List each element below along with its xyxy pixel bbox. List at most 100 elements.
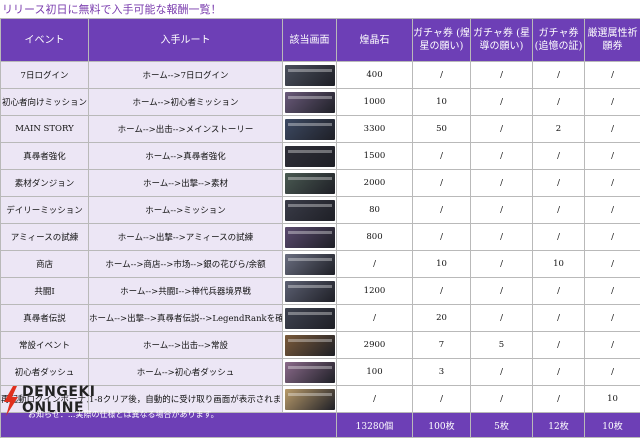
reward-value-cell: / bbox=[413, 62, 471, 89]
table-row: 真尋者強化ホーム-->真尋者強化1500//// bbox=[1, 143, 640, 170]
event-cell: 商店 bbox=[1, 251, 89, 278]
reward-value-cell: / bbox=[533, 278, 585, 305]
reward-value-cell: / bbox=[471, 89, 533, 116]
screenshot-cell bbox=[283, 197, 337, 224]
column-header: ガチャ券 (追憶の証) bbox=[533, 19, 585, 62]
reward-value-cell: / bbox=[533, 305, 585, 332]
event-cell: 共闘I bbox=[1, 278, 89, 305]
reward-value-cell: 5 bbox=[471, 332, 533, 359]
column-header: イベント bbox=[1, 19, 89, 62]
reward-value-cell: / bbox=[585, 143, 640, 170]
column-header: 入手ルート bbox=[89, 19, 283, 62]
reward-value-cell: / bbox=[533, 197, 585, 224]
table-row: MAIN STORYホーム-->出击-->メインストーリー330050/2/ bbox=[1, 116, 640, 143]
reward-value-cell: / bbox=[533, 359, 585, 386]
screenshot-thumbnail bbox=[285, 308, 335, 329]
reward-value-cell: 7 bbox=[413, 332, 471, 359]
reward-value-cell: / bbox=[585, 116, 640, 143]
column-header: ガチャ券 (煌星の願い) bbox=[413, 19, 471, 62]
reward-value-cell: / bbox=[471, 386, 533, 413]
event-cell: アミィースの試練 bbox=[1, 224, 89, 251]
reward-value-cell: / bbox=[471, 224, 533, 251]
reward-value-cell: / bbox=[585, 332, 640, 359]
reward-value-cell: / bbox=[413, 386, 471, 413]
screenshot-thumbnail bbox=[285, 362, 335, 383]
reward-value-cell: / bbox=[585, 359, 640, 386]
reward-value-cell: / bbox=[585, 278, 640, 305]
reward-value-cell: 400 bbox=[337, 62, 413, 89]
route-cell: ホーム-->出撃-->素材 bbox=[89, 170, 283, 197]
event-cell: 7日ログイン bbox=[1, 62, 89, 89]
screenshot-thumbnail bbox=[285, 173, 335, 194]
page-title: リリース初日に無料で入手可能な報酬一覧！ bbox=[2, 1, 221, 17]
reward-value-cell: 50 bbox=[413, 116, 471, 143]
table-row: 素材ダンジョンホーム-->出撃-->素材2000//// bbox=[1, 170, 640, 197]
screenshot-cell bbox=[283, 143, 337, 170]
table-header-row: イベント入手ルート該当画面煌晶石ガチャ券 (煌星の願い)ガチャ券 (星導の願い)… bbox=[1, 19, 640, 62]
reward-value-cell: 10 bbox=[413, 251, 471, 278]
event-cell: 真尋者強化 bbox=[1, 143, 89, 170]
reward-value-cell: / bbox=[471, 359, 533, 386]
reward-value-cell: 800 bbox=[337, 224, 413, 251]
reward-value-cell: / bbox=[337, 305, 413, 332]
reward-value-cell: / bbox=[413, 197, 471, 224]
column-header: 煌晶石 bbox=[337, 19, 413, 62]
event-cell: 素材ダンジョン bbox=[1, 170, 89, 197]
reward-value-cell: / bbox=[337, 251, 413, 278]
table-row: 真尋者伝説ホーム-->出撃-->真尋者伝説-->LegendRankを確認/20… bbox=[1, 305, 640, 332]
route-cell: ホーム-->出击-->常設 bbox=[89, 332, 283, 359]
reward-value-cell: / bbox=[585, 224, 640, 251]
screenshot-thumbnail bbox=[285, 389, 335, 410]
route-cell: ホーム-->出撃-->アミィースの試練 bbox=[89, 224, 283, 251]
screenshot-cell bbox=[283, 386, 337, 413]
screenshot-cell bbox=[283, 278, 337, 305]
rewards-table: イベント入手ルート該当画面煌晶石ガチャ券 (煌星の願い)ガチャ券 (星導の願い)… bbox=[0, 18, 640, 438]
reward-value-cell: 1200 bbox=[337, 278, 413, 305]
reward-value-cell: / bbox=[413, 278, 471, 305]
reward-value-cell: / bbox=[471, 170, 533, 197]
reward-value-cell: 2900 bbox=[337, 332, 413, 359]
reward-value-cell: / bbox=[585, 62, 640, 89]
screenshot-thumbnail bbox=[285, 146, 335, 167]
reward-value-cell: / bbox=[585, 170, 640, 197]
route-cell: ホーム-->7日ログイン bbox=[89, 62, 283, 89]
screenshot-thumbnail bbox=[285, 92, 335, 113]
screenshot-thumbnail bbox=[285, 281, 335, 302]
reward-value-cell: / bbox=[533, 62, 585, 89]
screenshot-cell bbox=[283, 251, 337, 278]
event-cell: 初心者向けミッション bbox=[1, 89, 89, 116]
column-header: ガチャ券 (星導の願い) bbox=[471, 19, 533, 62]
reward-value-cell: 10 bbox=[413, 89, 471, 116]
total-value-cell: 12枚 bbox=[533, 413, 585, 438]
reward-value-cell: / bbox=[413, 224, 471, 251]
screenshot-thumbnail bbox=[285, 119, 335, 140]
table-row: 共闘Iホーム-->共闘I-->神代兵器境界戦1200//// bbox=[1, 278, 640, 305]
screenshot-cell bbox=[283, 305, 337, 332]
total-value-cell: 13280個 bbox=[337, 413, 413, 438]
reward-value-cell: 10 bbox=[533, 251, 585, 278]
table-row: 常設イベントホーム-->出击-->常設290075// bbox=[1, 332, 640, 359]
reward-value-cell: 80 bbox=[337, 197, 413, 224]
logo-line1: DENGEKI bbox=[22, 384, 96, 400]
reward-value-cell: 1000 bbox=[337, 89, 413, 116]
reward-value-cell: / bbox=[585, 197, 640, 224]
reward-value-cell: / bbox=[413, 170, 471, 197]
screenshot-cell bbox=[283, 89, 337, 116]
route-cell: ホーム-->真尋者強化 bbox=[89, 143, 283, 170]
reward-value-cell: / bbox=[533, 143, 585, 170]
reward-value-cell: 100 bbox=[337, 359, 413, 386]
footnote: お知らせ：...実際の仕様とは異なる場合があります。 bbox=[28, 409, 219, 420]
reward-value-cell: / bbox=[533, 89, 585, 116]
reward-value-cell: / bbox=[533, 332, 585, 359]
reward-value-cell: / bbox=[413, 143, 471, 170]
reward-value-cell: / bbox=[337, 386, 413, 413]
reward-value-cell: / bbox=[471, 197, 533, 224]
table-row: 商店ホーム-->商店-->市场-->銀の花びら/余额/10/10/ bbox=[1, 251, 640, 278]
screenshot-thumbnail bbox=[285, 335, 335, 356]
total-value-cell: 100枚 bbox=[413, 413, 471, 438]
reward-value-cell: 10 bbox=[585, 386, 640, 413]
route-cell: ホーム-->出击-->メインストーリー bbox=[89, 116, 283, 143]
route-cell: ホーム-->共闘I-->神代兵器境界戦 bbox=[89, 278, 283, 305]
reward-value-cell: 2 bbox=[533, 116, 585, 143]
reward-value-cell: 3300 bbox=[337, 116, 413, 143]
